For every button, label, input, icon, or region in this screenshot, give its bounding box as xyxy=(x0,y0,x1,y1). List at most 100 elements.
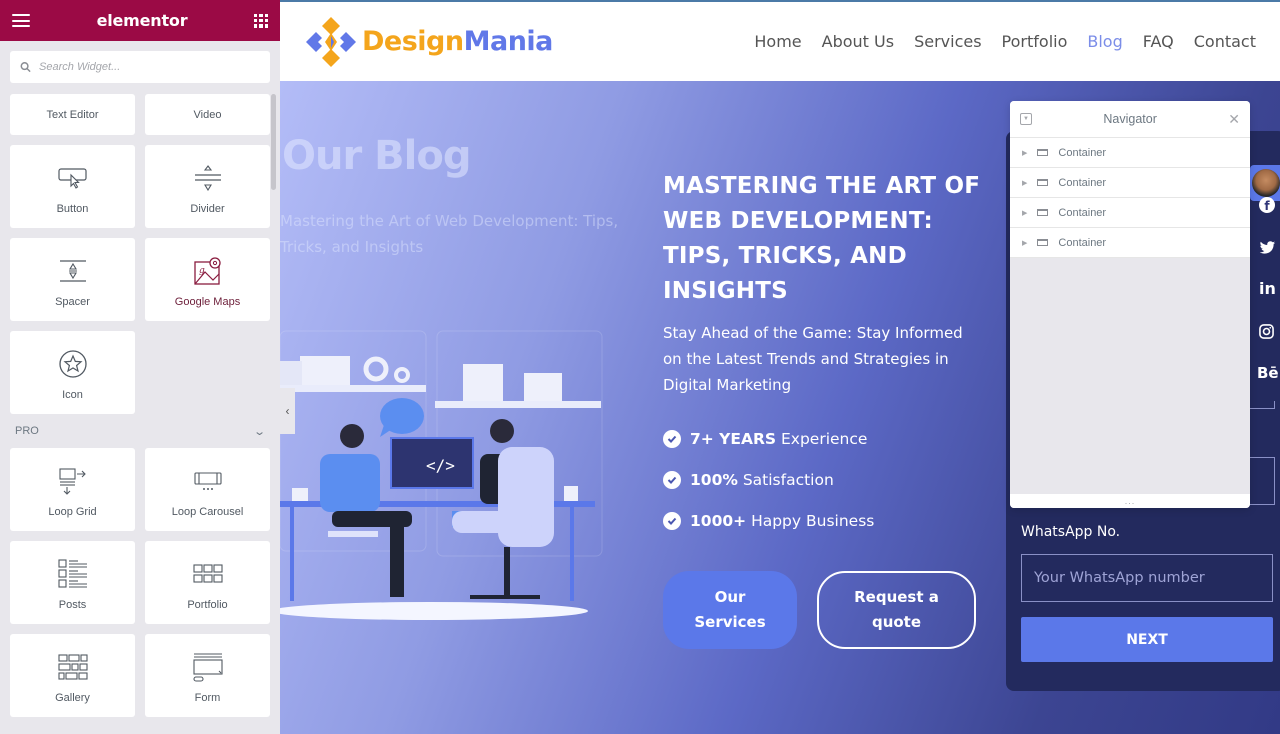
navigator-item-label: Container xyxy=(1058,146,1107,159)
navigator-item[interactable]: ▶ Container xyxy=(1010,198,1250,228)
widget-label: Text Editor xyxy=(46,108,99,121)
widget-search-input[interactable] xyxy=(39,61,260,73)
pro-section-label: PRO xyxy=(15,425,39,437)
chevron-down-icon: ⌄ xyxy=(252,425,266,438)
widget-label: Gallery xyxy=(55,692,90,704)
navigator-header[interactable]: ▼ Navigator ✕ xyxy=(1010,101,1250,138)
widget-button[interactable]: Button xyxy=(10,145,135,228)
navigator-resize-handle[interactable]: ... xyxy=(1010,494,1250,508)
developers-illustration: </> xyxy=(280,330,603,620)
whatsapp-input[interactable] xyxy=(1021,554,1273,602)
navigator-item[interactable]: ▶ Container xyxy=(1010,138,1250,168)
linkedin-icon[interactable]: in xyxy=(1259,279,1276,298)
widget-label: Loop Carousel xyxy=(171,506,244,518)
request-quote-button[interactable]: Request a quote xyxy=(817,571,976,649)
whatsapp-label: WhatsApp No. xyxy=(1021,524,1121,540)
svg-text:g: g xyxy=(199,266,205,276)
widget-divider[interactable]: Divider xyxy=(145,145,270,228)
our-services-button[interactable]: Our Services xyxy=(663,571,797,649)
widget-label: Portfolio xyxy=(187,599,228,611)
navigator-item-label: Container xyxy=(1058,176,1107,189)
container-icon xyxy=(1037,179,1049,186)
portfolio-icon xyxy=(192,557,223,591)
ghost-page-subtitle: Mastering the Art of Web Development: Ti… xyxy=(280,212,619,256)
navigator-item[interactable]: ▶ Container xyxy=(1010,168,1250,198)
nav-portfolio[interactable]: Portfolio xyxy=(1002,32,1068,51)
nav-home[interactable]: Home xyxy=(754,32,801,51)
feature-highlight: 1000+ xyxy=(690,511,747,530)
spacer-icon xyxy=(58,254,88,288)
panel-scrollbar[interactable] xyxy=(271,94,276,190)
widget-loop-carousel[interactable]: Loop Carousel xyxy=(145,448,270,531)
hero-title: MASTERING THE ART OF WEB DEVELOPMENT: TI… xyxy=(663,173,981,304)
check-circle-icon xyxy=(663,470,681,489)
nav-faq[interactable]: FAQ xyxy=(1143,32,1174,51)
navigator-item-label: Container xyxy=(1058,206,1107,219)
widget-label: Icon xyxy=(62,389,83,401)
widget-posts[interactable]: Posts xyxy=(10,541,135,624)
hero-description: Stay Ahead of the Game: Stay Informed on… xyxy=(663,324,963,394)
navigator-item[interactable]: ▶ Container xyxy=(1010,228,1250,258)
site-header: DesignMania Home About Us Services Portf… xyxy=(280,0,1280,81)
widget-label: Form xyxy=(194,692,221,704)
main-nav: Home About Us Services Portfolio Blog FA… xyxy=(754,32,1256,51)
feature-list: 7+ YEARS Experience 100% Satisfaction 10… xyxy=(663,418,874,541)
check-circle-icon xyxy=(663,511,681,530)
google-maps-icon: g xyxy=(193,254,223,288)
widget-icon[interactable]: Icon xyxy=(10,331,135,414)
loop-carousel-icon xyxy=(193,464,223,498)
brand-name-part2: Mania xyxy=(463,26,554,57)
code-symbol: </> xyxy=(426,456,455,475)
nav-about-us[interactable]: About Us xyxy=(822,32,894,51)
caret-right-icon[interactable]: ▶ xyxy=(1022,149,1027,157)
nav-blog[interactable]: Blog xyxy=(1087,32,1122,51)
widget-video[interactable]: Video xyxy=(145,94,270,135)
pro-section-header[interactable]: PRO ⌄ xyxy=(10,414,270,448)
feature-highlight: 100% xyxy=(690,470,738,489)
widget-label: Spacer xyxy=(55,296,90,308)
feature-item: 1000+ Happy Business xyxy=(663,500,874,541)
instagram-icon[interactable] xyxy=(1259,324,1274,339)
apps-grid-icon[interactable] xyxy=(254,13,268,28)
widget-label: Button xyxy=(56,203,89,215)
caret-right-icon[interactable]: ▶ xyxy=(1022,209,1027,217)
collapse-all-icon[interactable]: ▼ xyxy=(1020,113,1032,125)
widget-label: Divider xyxy=(190,203,225,215)
widget-form[interactable]: Form xyxy=(145,634,270,717)
next-button[interactable]: NEXT xyxy=(1021,617,1273,662)
collapse-panel-button[interactable]: ‹ xyxy=(280,388,295,434)
loop-grid-icon xyxy=(58,464,88,498)
widget-loop-grid[interactable]: Loop Grid xyxy=(10,448,135,531)
container-icon xyxy=(1037,149,1049,156)
widget-label: Google Maps xyxy=(174,296,241,308)
search-icon xyxy=(20,62,31,73)
facebook-icon[interactable]: f xyxy=(1259,197,1275,213)
navigator-panel: ▼ Navigator ✕ ▶ Container ▶ Container ▶ … xyxy=(1010,101,1250,508)
widget-google-maps[interactable]: g Google Maps xyxy=(145,238,270,321)
navigator-title: Navigator xyxy=(1103,112,1157,126)
feature-item: 7+ YEARS Experience xyxy=(663,418,874,459)
ghost-page-title: Our Blog xyxy=(282,133,471,179)
caret-right-icon[interactable]: ▶ xyxy=(1022,239,1027,247)
avatar-photo xyxy=(1252,169,1280,197)
divider-icon xyxy=(193,161,223,195)
hamburger-icon[interactable] xyxy=(12,14,30,27)
brand-logo[interactable]: DesignMania xyxy=(304,15,553,69)
caret-right-icon[interactable]: ▶ xyxy=(1022,179,1027,187)
form-icon xyxy=(192,650,223,684)
check-circle-icon xyxy=(663,429,681,448)
widget-search-box xyxy=(10,51,270,83)
widget-text-editor[interactable]: Text Editor xyxy=(10,94,135,135)
twitter-icon[interactable] xyxy=(1259,241,1276,255)
avatar[interactable] xyxy=(1250,165,1280,201)
widget-label: Loop Grid xyxy=(48,506,97,518)
widget-gallery[interactable]: Gallery xyxy=(10,634,135,717)
widget-portfolio[interactable]: Portfolio xyxy=(145,541,270,624)
nav-services[interactable]: Services xyxy=(914,32,981,51)
chevron-left-icon: ‹ xyxy=(285,404,290,418)
widget-spacer[interactable]: Spacer xyxy=(10,238,135,321)
feature-text: Satisfaction xyxy=(737,470,834,489)
behance-icon[interactable]: Bē xyxy=(1257,364,1279,382)
nav-contact[interactable]: Contact xyxy=(1194,32,1256,51)
close-icon[interactable]: ✕ xyxy=(1228,111,1240,128)
